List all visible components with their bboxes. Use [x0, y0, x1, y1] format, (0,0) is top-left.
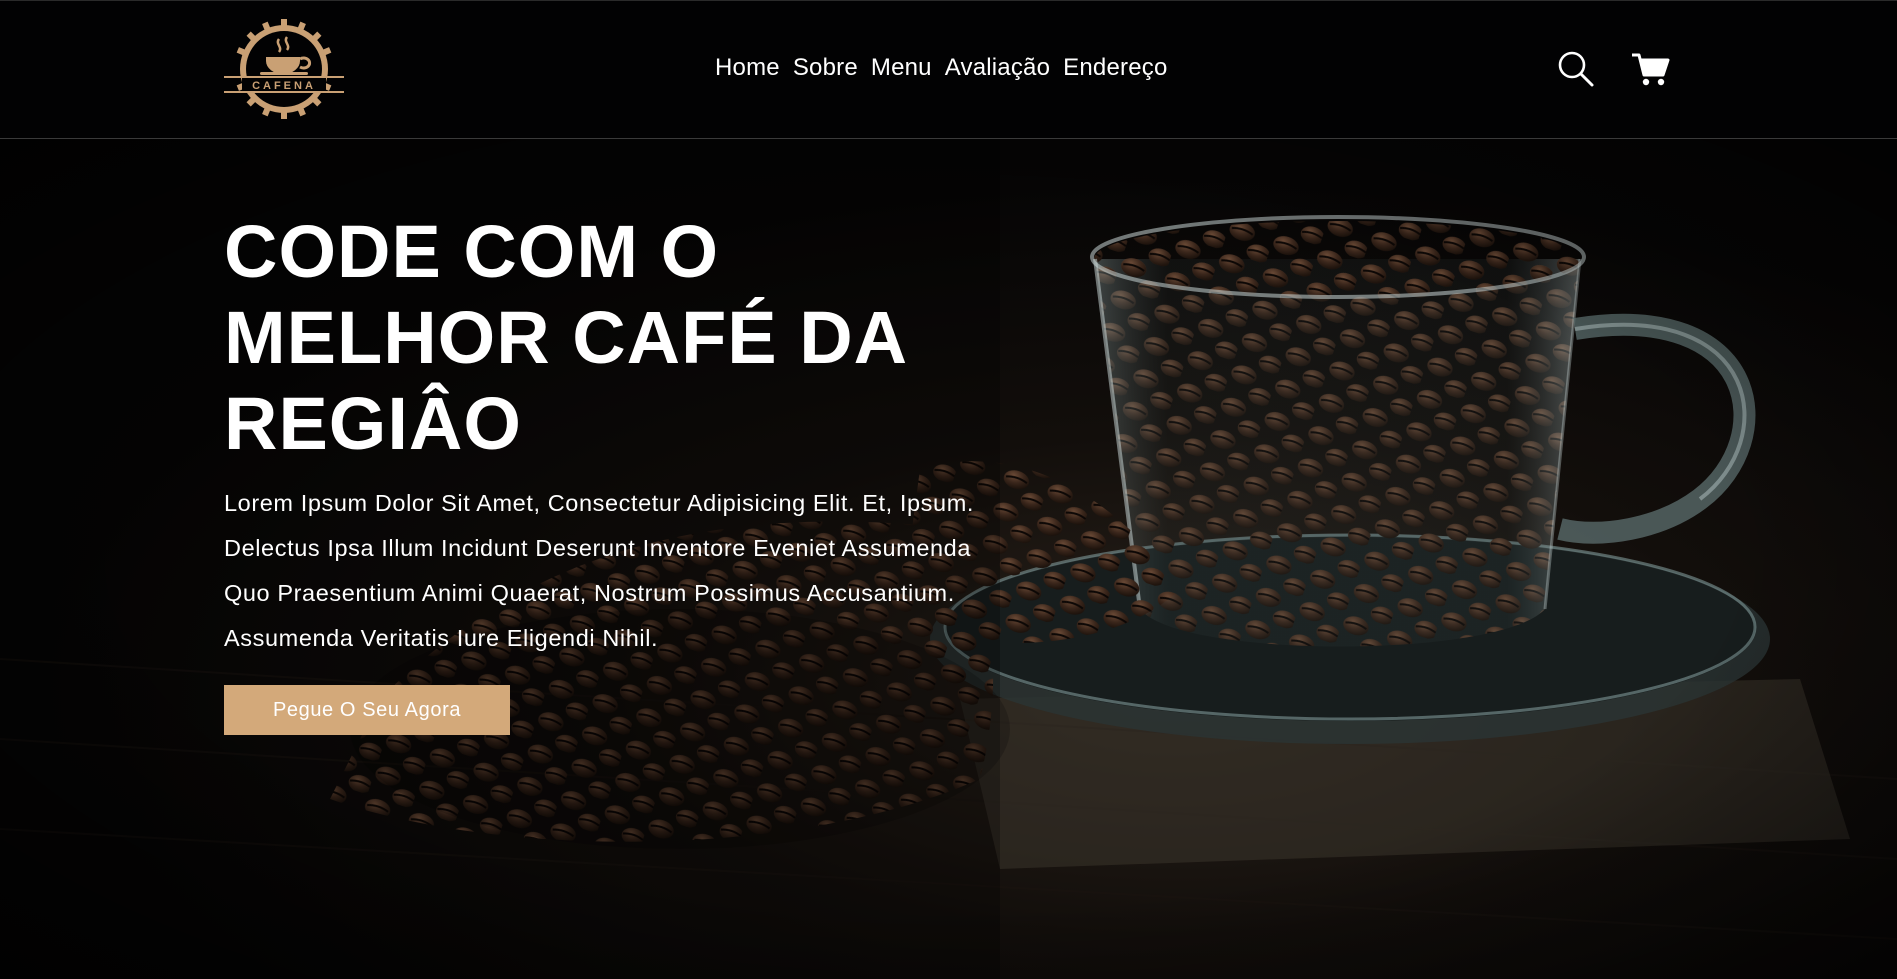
- hero-description: Lorem Ipsum Dolor Sit Amet, Consectetur …: [224, 490, 974, 651]
- cart-icon[interactable]: [1630, 49, 1670, 89]
- page: CAFENA Home Sobre Menu Avaliação Endereç…: [0, 0, 1897, 979]
- nav-menu[interactable]: Menu: [871, 54, 932, 82]
- get-yours-button[interactable]: Pegue O Seu Agora: [224, 685, 510, 735]
- hero-section: CODE COM O MELHOR CAFÉ DA REGIÂO Lorem I…: [0, 139, 1897, 979]
- nav-endereco[interactable]: Endereço: [1063, 54, 1167, 82]
- hero-content: CODE COM O MELHOR CAFÉ DA REGIÂO Lorem I…: [224, 209, 1004, 735]
- main-nav: Home Sobre Menu Avaliação Endereço: [715, 54, 1168, 82]
- nav-sobre[interactable]: Sobre: [793, 54, 858, 82]
- nav-home[interactable]: Home: [715, 54, 780, 82]
- header-icons: [1556, 49, 1670, 89]
- logo-text: CAFENA: [252, 80, 316, 92]
- nav-avaliacao[interactable]: Avaliação: [945, 54, 1050, 82]
- search-icon[interactable]: [1556, 49, 1596, 89]
- site-header: CAFENA Home Sobre Menu Avaliação Endereç…: [0, 0, 1897, 139]
- hero-title: CODE COM O MELHOR CAFÉ DA REGIÂO: [224, 210, 906, 465]
- cafena-logo[interactable]: CAFENA: [224, 19, 344, 119]
